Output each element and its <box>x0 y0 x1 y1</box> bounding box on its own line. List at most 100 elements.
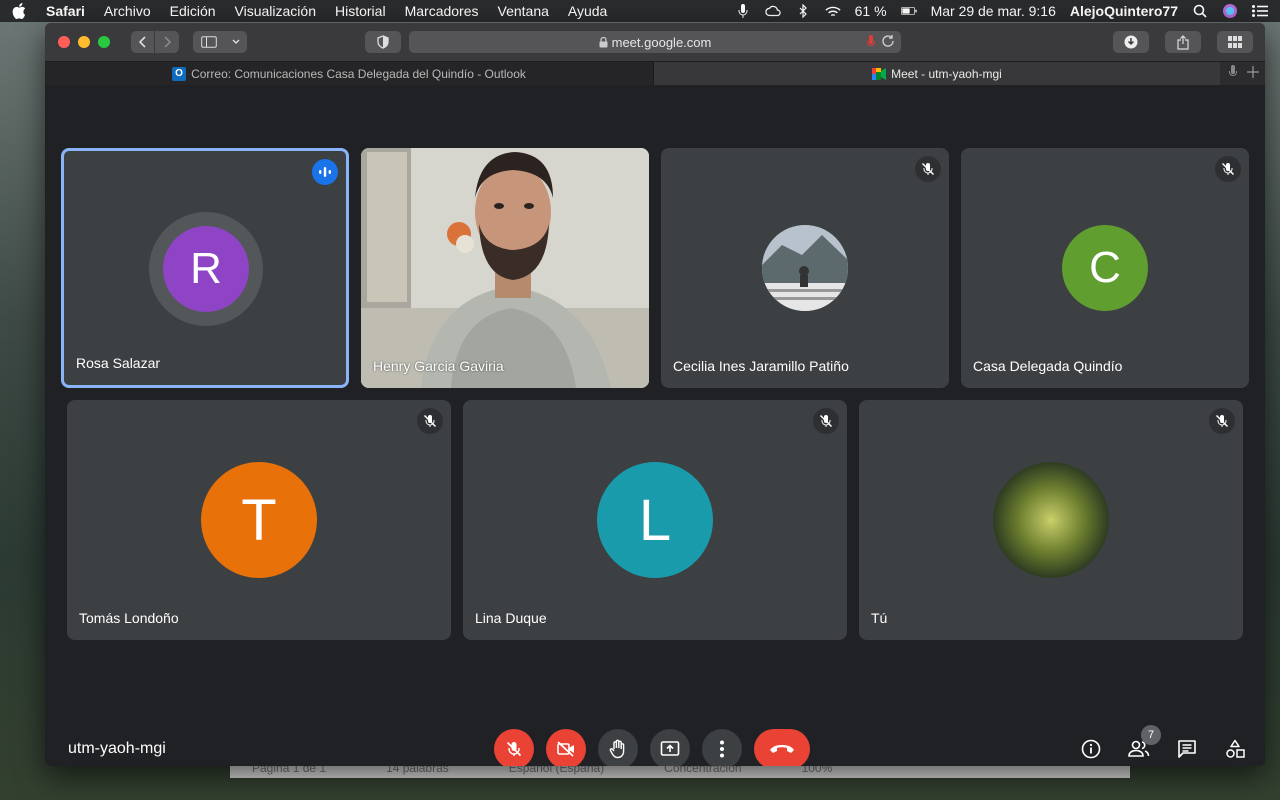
forward-button[interactable] <box>155 31 179 53</box>
sidebar-toggle-button[interactable] <box>193 31 247 53</box>
mic-off-icon <box>417 408 443 434</box>
meeting-side-controls: 7 <box>1079 725 1247 766</box>
reload-icon[interactable] <box>881 34 895 51</box>
participant-name: Lina Duque <box>475 610 547 626</box>
menu-visualizacion[interactable]: Visualización <box>235 3 316 19</box>
avatar: T <box>201 462 317 578</box>
activities-button[interactable] <box>1223 729 1247 766</box>
tab-meet-label: Meet - utm-yaoh-mgi <box>891 66 1002 81</box>
participant-video <box>361 148 649 388</box>
participant-name: Cecilia Ines Jaramillo Patiño <box>673 358 849 374</box>
menu-marcadores[interactable]: Marcadores <box>405 3 479 19</box>
battery-icon[interactable] <box>900 3 917 19</box>
chat-button[interactable] <box>1175 729 1199 766</box>
participant-tile-casa-delegada[interactable]: C Casa Delegada Quindío <box>961 148 1249 388</box>
menu-ayuda[interactable]: Ayuda <box>568 3 607 19</box>
show-everyone-button[interactable]: 7 <box>1127 725 1161 766</box>
participant-name: Henry Garcia Gaviria <box>373 358 504 374</box>
shapes-icon <box>1226 739 1245 758</box>
menubar-datetime[interactable]: Mar 29 de mar. 9:16 <box>931 3 1056 19</box>
chevron-right-icon <box>164 36 171 48</box>
avatar: C <box>1062 225 1148 311</box>
mic-off-icon <box>813 408 839 434</box>
outlook-favicon-icon: O <box>172 66 187 81</box>
more-options-button[interactable] <box>702 729 742 766</box>
apple-logo-icon[interactable] <box>12 3 28 19</box>
toolbar-right <box>1113 31 1253 53</box>
participant-name: Casa Delegada Quindío <box>973 358 1123 374</box>
wifi-icon[interactable] <box>825 3 841 19</box>
tab-outlook[interactable]: O Correo: Comunicaciones Casa Delegada d… <box>45 62 654 85</box>
minimize-window-button[interactable] <box>78 36 90 48</box>
creative-cloud-icon[interactable] <box>764 3 781 19</box>
share-icon <box>1177 34 1189 50</box>
mic-off-icon <box>506 741 522 757</box>
menu-edicion[interactable]: Edición <box>170 3 216 19</box>
siri-icon[interactable] <box>1222 3 1238 19</box>
call-controls <box>494 729 810 766</box>
back-button[interactable] <box>131 31 155 53</box>
close-window-button[interactable] <box>58 36 70 48</box>
more-vert-icon <box>720 740 724 758</box>
hand-icon <box>609 739 625 759</box>
participant-tile-henry[interactable]: Henry Garcia Gaviria <box>361 148 649 388</box>
grid-icon <box>1228 36 1242 48</box>
avatar: R <box>163 226 249 312</box>
menu-historial[interactable]: Historial <box>335 3 386 19</box>
tab-meet[interactable]: Meet - utm-yaoh-mgi <box>654 62 1220 85</box>
participant-name: Tomás Londoño <box>79 610 179 626</box>
spotlight-search-icon[interactable] <box>1192 3 1208 19</box>
tab-overview-button[interactable] <box>1217 31 1253 53</box>
privacy-report-button[interactable] <box>365 31 401 53</box>
participant-tile-rosa[interactable]: R Rosa Salazar <box>61 148 349 388</box>
tab-mic-icon[interactable] <box>1229 64 1237 84</box>
macos-menu-bar: Safari Archivo Edición Visualización His… <box>0 0 1280 22</box>
camera-off-icon <box>557 741 574 757</box>
tab-outlook-label: Correo: Comunicaciones Casa Delegada del… <box>191 66 526 81</box>
safari-toolbar: meet.google.com <box>45 23 1265 61</box>
chevron-left-icon <box>138 36 146 48</box>
microphone-status-icon[interactable] <box>735 3 751 19</box>
speaking-indicator-icon <box>312 159 338 185</box>
hang-up-icon <box>770 745 794 753</box>
mic-off-icon <box>915 156 941 182</box>
participant-tile-cecilia[interactable]: Cecilia Ines Jaramillo Patiño <box>661 148 949 388</box>
present-icon <box>660 741 680 756</box>
meeting-details-button[interactable] <box>1079 729 1103 766</box>
participant-tile-self[interactable]: Tú <box>859 400 1243 640</box>
tab-bar: O Correo: Comunicaciones Casa Delegada d… <box>45 61 1265 85</box>
present-screen-button[interactable] <box>650 729 690 766</box>
meeting-code: utm-yaoh-mgi <box>68 740 166 757</box>
menu-safari[interactable]: Safari <box>46 3 85 19</box>
downloads-button[interactable] <box>1113 31 1149 53</box>
window-controls <box>58 36 110 48</box>
fullscreen-window-button[interactable] <box>98 36 110 48</box>
safari-window: meet.google.com O Correo: Comunicaciones… <box>45 23 1265 766</box>
meet-favicon-icon <box>872 67 887 80</box>
new-tab-button[interactable] <box>1247 65 1259 83</box>
menu-ventana[interactable]: Ventana <box>498 3 549 19</box>
participant-tile-lina[interactable]: L Lina Duque <box>463 400 847 640</box>
menu-archivo[interactable]: Archivo <box>104 3 151 19</box>
raise-hand-button[interactable] <box>598 729 638 766</box>
sidebar-icon <box>200 36 217 48</box>
chevron-down-icon <box>232 39 239 44</box>
bluetooth-icon[interactable] <box>795 3 811 19</box>
participant-photo <box>993 462 1109 578</box>
battery-percent: 61 % <box>854 3 887 19</box>
url-text: meet.google.com <box>611 34 712 50</box>
toggle-microphone-button[interactable] <box>494 729 534 766</box>
notification-center-icon[interactable] <box>1252 3 1268 19</box>
recording-mic-icon[interactable] <box>867 35 875 52</box>
chat-icon <box>1178 740 1196 758</box>
participant-tile-tomas[interactable]: T Tomás Londoño <box>67 400 451 640</box>
participant-photo <box>762 225 848 311</box>
leave-call-button[interactable] <box>754 729 810 766</box>
avatar: L <box>597 462 713 578</box>
menubar-user[interactable]: AlejoQuintero77 <box>1070 3 1178 19</box>
address-bar[interactable]: meet.google.com <box>409 31 901 53</box>
share-button[interactable] <box>1165 31 1201 53</box>
toggle-camera-button[interactable] <box>546 729 586 766</box>
participant-name: Rosa Salazar <box>76 355 161 371</box>
info-icon <box>1081 739 1101 759</box>
